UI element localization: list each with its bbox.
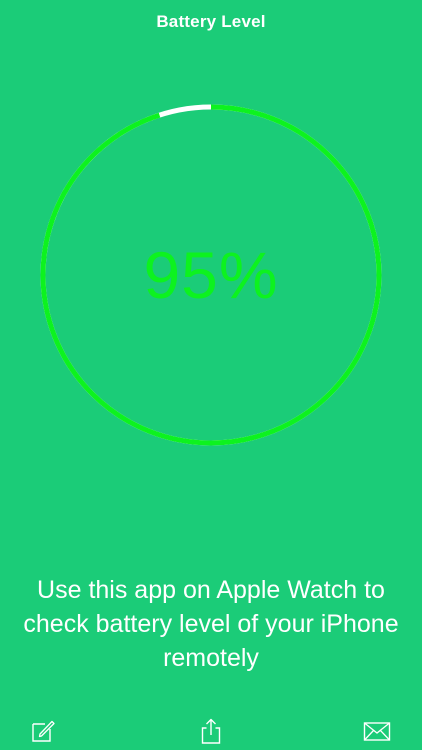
page-title: Battery Level <box>156 12 266 31</box>
share-icon <box>201 718 221 744</box>
mail-button[interactable] <box>363 718 391 744</box>
battery-percentage: 95% <box>143 238 279 312</box>
mail-icon <box>363 722 391 741</box>
battery-gauge: 95% <box>40 104 382 446</box>
info-message: Use this app on Apple Watch to check bat… <box>23 576 399 672</box>
compose-icon <box>32 720 55 742</box>
compose-button[interactable] <box>30 718 56 744</box>
share-button[interactable] <box>198 718 224 744</box>
